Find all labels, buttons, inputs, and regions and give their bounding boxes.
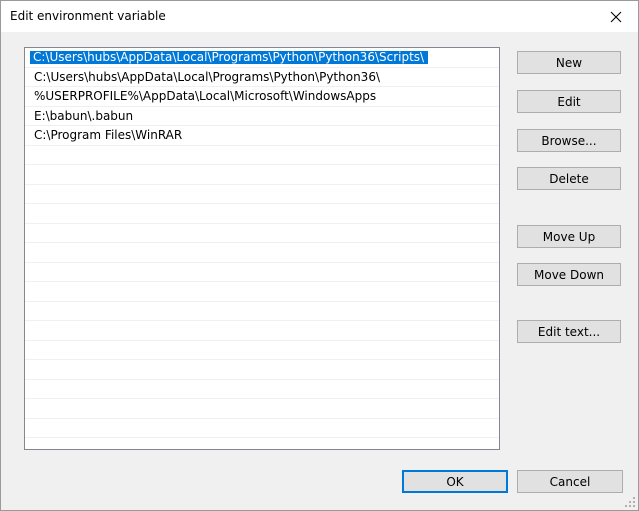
- list-item[interactable]: [25, 360, 499, 380]
- list-item[interactable]: [25, 146, 499, 165]
- list-item[interactable]: C:\Users\hubs\AppData\Local\Programs\Pyt…: [25, 48, 499, 68]
- list-item[interactable]: C:\Users\hubs\AppData\Local\Programs\Pyt…: [25, 68, 499, 87]
- list-item[interactable]: [25, 341, 499, 360]
- move-up-button[interactable]: Move Up: [517, 225, 621, 248]
- list-item-text: %USERPROFILE%\AppData\Local\Microsoft\Wi…: [34, 89, 377, 103]
- move-down-button[interactable]: Move Down: [517, 263, 621, 286]
- cancel-button[interactable]: Cancel: [517, 470, 623, 493]
- list-item[interactable]: [25, 321, 499, 341]
- new-button[interactable]: New: [517, 51, 621, 74]
- list-item[interactable]: [25, 438, 499, 449]
- path-list[interactable]: C:\Users\hubs\AppData\Local\Programs\Pyt…: [24, 47, 500, 450]
- list-item[interactable]: [25, 224, 499, 243]
- list-item-text: C:\Users\hubs\AppData\Local\Programs\Pyt…: [34, 69, 380, 84]
- close-button[interactable]: [594, 1, 638, 32]
- browse-button[interactable]: Browse...: [517, 129, 621, 152]
- list-item[interactable]: [25, 282, 499, 302]
- close-icon: [610, 11, 622, 22]
- resize-grip[interactable]: [623, 495, 635, 507]
- list-item[interactable]: %USERPROFILE%\AppData\Local\Microsoft\Wi…: [25, 87, 499, 107]
- list-item[interactable]: [25, 243, 499, 263]
- title-bar[interactable]: Edit environment variable: [1, 1, 638, 32]
- edit-environment-variable-dialog: Edit environment variable C:\Users\hubs\…: [0, 0, 639, 511]
- list-item[interactable]: [25, 165, 499, 185]
- ok-button[interactable]: OK: [402, 470, 508, 493]
- list-item[interactable]: E:\babun\.babun: [25, 107, 499, 126]
- window-title: Edit environment variable: [10, 9, 166, 23]
- edit-text-button[interactable]: Edit text...: [517, 320, 621, 343]
- edit-button[interactable]: Edit: [517, 90, 621, 113]
- list-item[interactable]: [25, 302, 499, 321]
- delete-button[interactable]: Delete: [517, 167, 621, 190]
- list-item[interactable]: [25, 204, 499, 224]
- list-item[interactable]: [25, 419, 499, 438]
- list-item[interactable]: C:\Program Files\WinRAR: [25, 126, 499, 146]
- list-item-text: C:\Program Files\WinRAR: [34, 128, 183, 142]
- list-item[interactable]: [25, 185, 499, 204]
- list-item[interactable]: [25, 380, 499, 399]
- list-item-text: E:\babun\.babun: [34, 108, 134, 123]
- list-item[interactable]: [25, 263, 499, 282]
- list-item-text: C:\Users\hubs\AppData\Local\Programs\Pyt…: [28, 50, 430, 65]
- list-item[interactable]: [25, 399, 499, 419]
